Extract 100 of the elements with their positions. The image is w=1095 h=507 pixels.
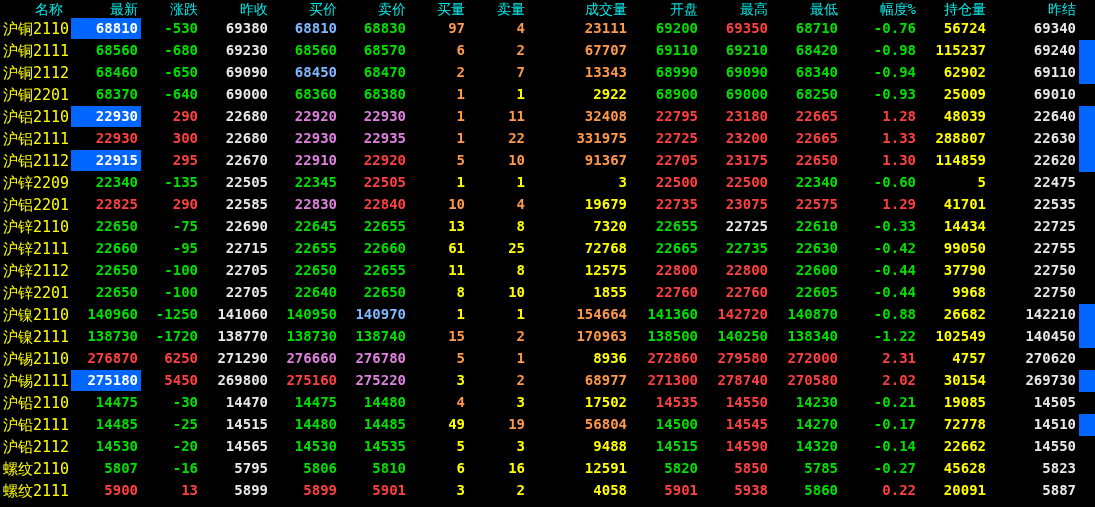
table-cell-text: 13 xyxy=(180,481,199,500)
table-cell-text: 22500 xyxy=(724,173,769,192)
table-cell-text: 14510 xyxy=(1032,415,1077,434)
table-cell-text: 9968 xyxy=(951,283,987,302)
contract-name: 沪铜2110 xyxy=(2,19,71,40)
table-cell-text: 23200 xyxy=(724,129,769,148)
table-cell-text: 23180 xyxy=(724,107,769,126)
table-cell-text: -0.44 xyxy=(872,261,917,280)
table-cell-text: 22755 xyxy=(1032,239,1077,258)
table-cell-text: 22475 xyxy=(1032,173,1077,192)
table-cell-text: 14530 xyxy=(293,437,338,456)
column-header[interactable]: 买量 xyxy=(409,0,468,18)
table-cell-text: -0.27 xyxy=(872,459,917,478)
column-header[interactable]: 买价 xyxy=(271,0,340,18)
column-header[interactable]: 名称 xyxy=(0,0,71,18)
table-cell-text: 11 xyxy=(507,107,526,126)
table-cell-text: 22690 xyxy=(224,217,269,236)
table-cell-text: 4757 xyxy=(951,349,987,368)
column-header[interactable]: 涨跌 xyxy=(141,0,201,18)
table-cell-text: 3 xyxy=(515,393,526,412)
column-header[interactable]: 昨收 xyxy=(201,0,271,18)
table-cell-text: 13 xyxy=(447,217,466,236)
table-cell-text: 275220 xyxy=(354,371,407,390)
column-header[interactable]: 成交量 xyxy=(528,0,630,18)
table-cell-text: 22662 xyxy=(942,437,987,456)
table-cell-text: 22640 xyxy=(293,283,338,302)
table-cell-text: 3 xyxy=(455,481,466,500)
table-cell-text: 22680 xyxy=(224,107,269,126)
table-cell-text: 69240 xyxy=(1032,41,1077,60)
table-cell-text: 69010 xyxy=(1032,85,1077,104)
table-cell-text: 5 xyxy=(455,437,466,456)
table-cell-text: 49 xyxy=(447,415,466,434)
table-cell-text: 271290 xyxy=(216,349,269,368)
table-cell-text: 69090 xyxy=(224,63,269,82)
table-cell-text: 138340 xyxy=(786,327,839,346)
table-cell-text: 5450 xyxy=(163,371,199,390)
table-cell-text: -0.88 xyxy=(872,305,917,324)
table-cell-text: 68380 xyxy=(362,85,407,104)
table-cell-text: 22760 xyxy=(654,283,699,302)
table-cell-text: 15 xyxy=(447,327,466,346)
table-cell-text: 2.02 xyxy=(881,371,917,390)
column-header[interactable]: 昨结 xyxy=(989,0,1079,18)
table-cell-text: 68990 xyxy=(654,63,699,82)
table-cell-text: 0.22 xyxy=(881,481,917,500)
column-header[interactable]: 卖价 xyxy=(340,0,409,18)
table-cell-text: -95 xyxy=(171,239,199,258)
table-cell-text: 5820 xyxy=(663,459,699,478)
column-header[interactable]: 最新 xyxy=(71,0,141,18)
table-cell: 140960 xyxy=(87,306,138,322)
table-cell-text: 99050 xyxy=(942,239,987,258)
table-cell-text: 30154 xyxy=(942,371,987,390)
table-cell-text: 9488 xyxy=(592,437,628,456)
table-cell-text: 7320 xyxy=(592,217,628,236)
table-cell-text: 5938 xyxy=(733,481,769,500)
table-cell-text: 4 xyxy=(515,195,526,214)
table-cell-text: 23111 xyxy=(583,19,628,38)
table-cell-text: 37790 xyxy=(942,261,987,280)
table-cell-text: 14535 xyxy=(362,437,407,456)
table-cell-text: 69110 xyxy=(654,41,699,60)
table-cell-text: 26682 xyxy=(942,305,987,324)
table-cell-text: 69230 xyxy=(224,41,269,60)
table-cell-text: 69200 xyxy=(654,19,699,38)
table-cell-text: 22655 xyxy=(362,261,407,280)
table-cell-text: 8 xyxy=(455,283,466,302)
table-cell-text: 138500 xyxy=(646,327,699,346)
table-cell-text: 68710 xyxy=(794,19,839,38)
table-cell-text: 5887 xyxy=(1041,481,1077,500)
table-cell-text: 22585 xyxy=(224,195,269,214)
column-header[interactable]: 持仓量 xyxy=(919,0,989,18)
table-cell-text: 1 xyxy=(515,85,526,104)
table-cell-text: 68810 xyxy=(293,19,338,38)
table-cell-text: -1720 xyxy=(154,327,199,346)
column-header[interactable]: 最低 xyxy=(771,0,841,18)
table-cell-text: 22605 xyxy=(794,283,839,302)
contract-name: 沪铝2111 xyxy=(2,129,71,150)
contract-name: 沪铜2111 xyxy=(2,41,71,62)
table-cell-text: 22800 xyxy=(724,261,769,280)
table-cell-text: 61 xyxy=(447,239,466,258)
column-header[interactable]: 幅度% xyxy=(841,0,919,18)
table-cell-text: 68420 xyxy=(794,41,839,60)
column-header[interactable]: 卖量 xyxy=(468,0,528,18)
table-cell-text: 279580 xyxy=(716,349,769,368)
contract-name: 沪锡2110 xyxy=(2,349,71,370)
contract-name: 沪锌2201 xyxy=(2,283,71,304)
table-cell-text: 22920 xyxy=(293,107,338,126)
table-cell-text: 22930 xyxy=(293,129,338,148)
table-cell-text: 72778 xyxy=(942,415,987,434)
table-cell-text: 14434 xyxy=(942,217,987,236)
table-cell-text: 97 xyxy=(447,19,466,38)
table-cell-text: 300 xyxy=(171,129,199,148)
table-cell-text: -680 xyxy=(163,41,199,60)
table-cell-text: 22660 xyxy=(362,239,407,258)
column-header[interactable]: 最高 xyxy=(701,0,771,18)
table-cell-text: 10 xyxy=(507,151,526,170)
contract-name: 沪铜2112 xyxy=(2,63,71,84)
table-cell-text: 1.33 xyxy=(881,129,917,148)
column-header[interactable]: 开盘 xyxy=(630,0,701,18)
contract-name: 沪锌2110 xyxy=(2,217,71,238)
table-cell-text: 22705 xyxy=(224,261,269,280)
table-cell-text: -1250 xyxy=(154,305,199,324)
